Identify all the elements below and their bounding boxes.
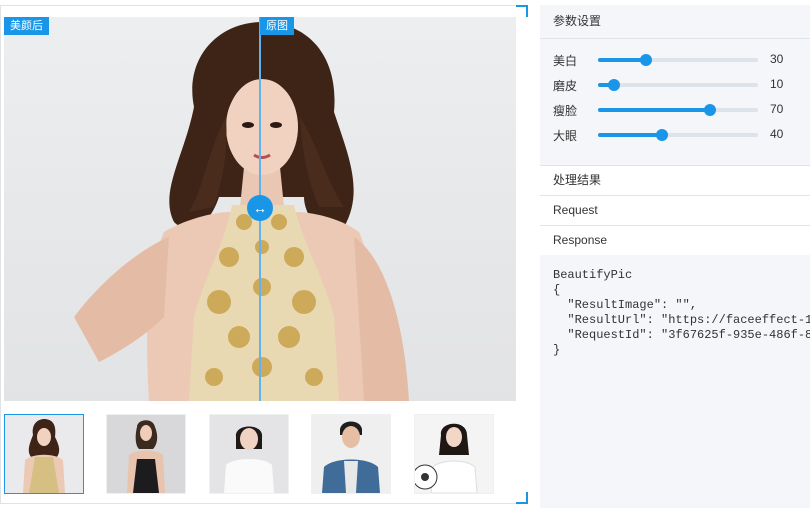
thumbnail-strip xyxy=(4,414,516,494)
slider-track[interactable] xyxy=(598,104,758,116)
left-right-arrows-icon[interactable]: ↔ xyxy=(247,195,273,221)
slider-track[interactable] xyxy=(598,54,758,66)
code-line: "RequestId": "3f67625f-935e-486f-85 xyxy=(553,328,810,342)
slider-row: 瘦脸 70 xyxy=(540,99,810,124)
thumbnail-man-denim-shirt[interactable] xyxy=(311,414,391,494)
slider-fill xyxy=(598,108,710,112)
code-line: BeautifyPic xyxy=(553,268,633,282)
code-line: } xyxy=(553,343,561,357)
slider-label: 大眼 xyxy=(553,129,578,143)
slider-row: 磨皮 10 xyxy=(540,74,810,99)
thumbnail-woman-gold-dress[interactable] xyxy=(4,414,84,494)
code-line: { xyxy=(553,283,561,297)
slider-value: 30 xyxy=(770,52,784,66)
slider-fill xyxy=(598,133,662,137)
slider-label: 美白 xyxy=(553,54,578,68)
frame-border-top xyxy=(0,5,522,6)
slider-group: 美白 30 磨皮 10 瘦脸 70 大眼 40 xyxy=(540,39,810,165)
frame-border-left xyxy=(0,5,1,504)
thumbnail-woman-white-shirt[interactable] xyxy=(209,414,289,494)
frame-corner-top-right xyxy=(516,5,528,17)
response-tab[interactable]: Response xyxy=(540,225,810,255)
slider-track[interactable] xyxy=(598,129,758,141)
slider-track[interactable] xyxy=(598,79,758,91)
slider-value: 10 xyxy=(770,77,784,91)
result-section-title: 处理结果 xyxy=(540,165,810,195)
slider-row: 大眼 40 xyxy=(540,124,810,149)
slider-handle[interactable] xyxy=(640,54,652,66)
settings-panel: 参数设置 美白 30 磨皮 10 瘦脸 70 大眼 40 处理结果 Request Respo… xyxy=(540,5,810,508)
before-after-preview[interactable]: 美颜后 原图 ↔ xyxy=(4,17,516,401)
slider-label: 磨皮 xyxy=(553,79,578,93)
slider-handle[interactable] xyxy=(704,104,716,116)
slider-handle[interactable] xyxy=(608,79,620,91)
thumbnail-girl-with-football[interactable] xyxy=(414,414,494,494)
frame-corner-bottom-right xyxy=(516,492,528,504)
after-label: 美颜后 xyxy=(4,17,49,35)
before-label: 原图 xyxy=(260,17,294,35)
slider-label: 瘦脸 xyxy=(553,104,578,118)
slider-value: 70 xyxy=(770,102,784,116)
slider-row: 美白 30 xyxy=(540,49,810,74)
response-code-block: BeautifyPic{ "ResultImage": "", "ResultU… xyxy=(553,268,810,388)
code-line: "ResultUrl": "https://faceeffect-12 xyxy=(553,313,810,327)
slider-fill xyxy=(598,58,646,62)
panel-title: 参数设置 xyxy=(540,5,810,39)
frame-border-bottom xyxy=(0,503,522,504)
request-tab[interactable]: Request xyxy=(540,195,810,225)
thumbnail-woman-black-top[interactable] xyxy=(106,414,186,494)
slider-value: 40 xyxy=(770,127,784,141)
code-line: "ResultImage": "", xyxy=(553,298,698,312)
slider-handle[interactable] xyxy=(656,129,668,141)
